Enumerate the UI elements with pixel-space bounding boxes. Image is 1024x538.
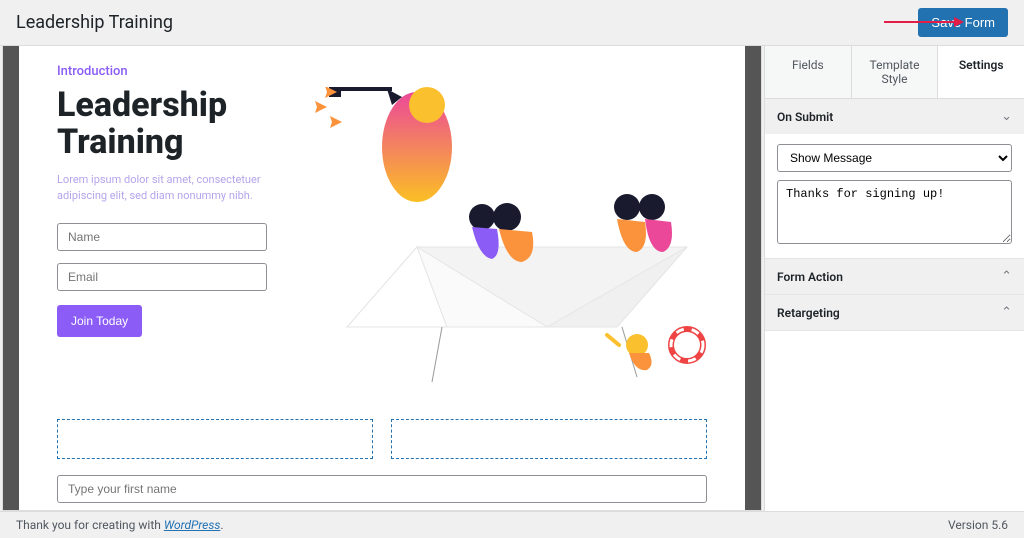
name-input[interactable] [57, 223, 267, 251]
save-form-button[interactable]: Save Form [918, 8, 1008, 37]
drop-zone-right[interactable] [391, 419, 707, 459]
version-label: Version 5.6 [948, 518, 1008, 532]
hero-illustration [287, 87, 707, 391]
sidebar: Fields Template Style Settings On Submit… [764, 46, 1024, 511]
page-title: Leadership Training [16, 12, 173, 33]
on-submit-select[interactable]: Show Message [777, 144, 1012, 172]
drop-zone-left[interactable] [57, 419, 373, 459]
wordpress-link[interactable]: WordPress [164, 518, 221, 532]
chevron-up-icon: ⌃ [1001, 269, 1012, 284]
section-retargeting-header[interactable]: Retargeting ⌃ [765, 295, 1024, 330]
chevron-up-icon: ⌃ [1001, 305, 1012, 320]
tab-template-style[interactable]: Template Style [852, 46, 939, 98]
on-submit-message-textarea[interactable]: Thanks for signing up! [777, 180, 1012, 244]
section-on-submit-header[interactable]: On Submit ⌄ [765, 99, 1024, 134]
section-form-action-header[interactable]: Form Action ⌃ [765, 259, 1024, 294]
section-on-submit-title: On Submit [777, 110, 833, 124]
tab-settings[interactable]: Settings [938, 46, 1024, 98]
intro-label: Introduction [57, 64, 707, 79]
section-retargeting-title: Retargeting [777, 306, 840, 320]
footer-credit: Thank you for creating with WordPress. [16, 518, 224, 532]
first-name-input-1[interactable] [57, 475, 707, 503]
form-canvas[interactable]: Introduction Leadership Training Lorem i… [19, 46, 745, 510]
join-button[interactable]: Join Today [57, 305, 142, 337]
section-form-action-title: Form Action [777, 270, 843, 284]
email-input[interactable] [57, 263, 267, 291]
hero-title: Leadership Training [57, 87, 267, 162]
tab-fields[interactable]: Fields [765, 46, 852, 98]
chevron-down-icon: ⌄ [1001, 109, 1012, 124]
hero-subtitle: Lorem ipsum dolor sit amet, consectetuer… [57, 172, 267, 205]
